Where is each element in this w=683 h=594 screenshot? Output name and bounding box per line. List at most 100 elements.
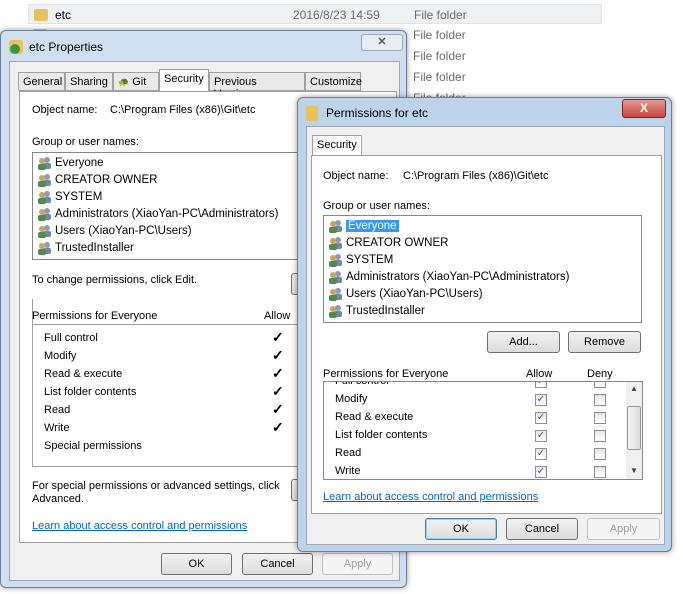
deny-checkbox[interactable]: [594, 394, 606, 406]
permission-name: Read & execute: [44, 368, 123, 380]
deny-checkbox[interactable]: [594, 466, 606, 478]
permission-name: Special permissions: [44, 440, 142, 452]
close-button[interactable]: ✕: [361, 34, 403, 51]
dialog-title: etc Properties: [29, 40, 104, 54]
file-row[interactable]: etc 2016/8/23 14:59 File folder: [28, 4, 602, 24]
file-date: 2016/8/23 14:59: [293, 8, 380, 22]
user-item[interactable]: CREATOR OWNER: [37, 172, 327, 188]
user-list[interactable]: Everyone CREATOR OWNER SYSTEM Administrator…: [32, 152, 332, 260]
permission-name: Read: [44, 404, 71, 416]
user-group-icon: [37, 190, 52, 204]
allow-checkbox[interactable]: ✓: [535, 382, 547, 388]
tab-general[interactable]: General: [18, 72, 65, 91]
deny-checkbox[interactable]: [594, 382, 606, 388]
user-item[interactable]: SYSTEM: [328, 252, 637, 268]
allow-header: Allow: [264, 310, 291, 322]
apply-button[interactable]: Apply: [587, 518, 660, 540]
permission-name: List folder contents: [44, 386, 137, 398]
check-icon: ✓: [272, 365, 284, 381]
deny-checkbox[interactable]: [594, 430, 606, 442]
allow-checkbox[interactable]: ✓: [535, 466, 547, 478]
scrollbar[interactable]: ▲ ▼: [626, 382, 642, 479]
deny-checkbox[interactable]: [594, 412, 606, 424]
deny-header: Deny: [587, 368, 613, 380]
learn-link[interactable]: Learn about access control and permissio…: [323, 491, 538, 503]
user-item[interactable]: Administrators (XiaoYan-PC\Administrator…: [37, 206, 327, 222]
file-type: File folder: [413, 70, 466, 84]
user-group-icon: [328, 270, 343, 284]
user-group-icon: [37, 224, 52, 238]
ok-button[interactable]: OK: [161, 553, 232, 575]
user-group-icon: [328, 287, 343, 301]
edit-hint: To change permissions, click Edit.: [32, 274, 198, 286]
user-name: TrustedInstaller: [55, 242, 134, 254]
user-item[interactable]: Everyone: [328, 218, 637, 234]
remove-button[interactable]: Remove: [568, 331, 641, 353]
user-name: CREATOR OWNER: [346, 237, 449, 249]
user-name: Administrators (XiaoYan-PC\Administrator…: [55, 208, 279, 220]
permission-list: ▲ ▼ Full control ✓ Modify ✓ Read & execute ✓ L…: [323, 381, 643, 480]
allow-checkbox[interactable]: ✓: [535, 412, 547, 424]
tab-label: Security: [164, 73, 204, 85]
dialog-title: Permissions for etc: [326, 106, 429, 120]
tab-customize[interactable]: Customize: [305, 72, 362, 91]
close-button[interactable]: X: [622, 99, 666, 118]
tab-label: Sharing: [70, 76, 108, 88]
user-group-icon: [328, 304, 343, 318]
tab-previous-versions[interactable]: Previous Versions: [209, 72, 305, 100]
user-item[interactable]: Administrators (XiaoYan-PC\Administrator…: [328, 269, 637, 285]
file-name: etc: [55, 8, 72, 22]
user-item[interactable]: CREATOR OWNER: [328, 235, 637, 251]
dialog-body: Security Object name: C:\Program Files (…: [306, 126, 665, 545]
permissions-header: Permissions for Everyone: [323, 368, 449, 380]
permission-name: Write: [335, 465, 361, 477]
scroll-up-icon[interactable]: ▲: [630, 384, 638, 393]
permission-name: Full control: [44, 332, 98, 344]
check-icon: ✓: [272, 347, 284, 363]
tab-label: Git: [132, 76, 147, 88]
tab-security[interactable]: Security: [159, 69, 209, 91]
allow-checkbox[interactable]: ✓: [535, 448, 547, 460]
check-icon: ✓: [272, 329, 284, 345]
user-name: CREATOR OWNER: [55, 174, 158, 186]
tab-security[interactable]: Security: [312, 135, 362, 157]
learn-link[interactable]: Learn about access control and permissio…: [32, 520, 247, 532]
allow-checkbox[interactable]: ✓: [535, 394, 547, 406]
deny-checkbox[interactable]: [594, 448, 606, 460]
user-group-icon: [37, 173, 52, 187]
scroll-thumb[interactable]: [627, 406, 641, 450]
check-icon: ✓: [272, 401, 284, 417]
permission-name: Write: [44, 422, 70, 434]
cancel-button[interactable]: Cancel: [506, 518, 578, 540]
file-type: File folder: [413, 49, 466, 63]
scroll-down-icon[interactable]: ▼: [630, 466, 638, 475]
permission-name: Modify: [44, 350, 77, 362]
cancel-button[interactable]: Cancel: [242, 553, 313, 575]
object-name-value: C:\Program Files (x86)\Git\etc: [403, 170, 549, 182]
user-name: Users (XiaoYan-PC\Users): [346, 288, 483, 300]
add-button[interactable]: Add...: [487, 331, 560, 353]
allow-checkbox[interactable]: ✓: [535, 430, 547, 442]
user-name: SYSTEM: [346, 254, 394, 266]
user-item[interactable]: Users (XiaoYan-PC\Users): [328, 286, 637, 302]
user-item[interactable]: TrustedInstaller: [328, 303, 637, 319]
user-item[interactable]: TrustedInstaller: [37, 240, 327, 256]
user-item[interactable]: SYSTEM: [37, 189, 327, 205]
advanced-hint: For special permissions or advanced sett…: [32, 480, 280, 505]
check-icon: ✓: [272, 419, 284, 435]
user-group-icon: [328, 219, 343, 233]
ok-button[interactable]: OK: [425, 518, 497, 540]
user-item[interactable]: Users (XiaoYan-PC\Users): [37, 223, 327, 239]
permission-name: Read: [335, 447, 362, 459]
user-group-icon: [328, 236, 343, 250]
tab-label: Customize: [310, 76, 362, 88]
user-item[interactable]: Everyone: [37, 155, 327, 171]
tab-git[interactable]: 🐢 Git: [113, 72, 159, 91]
file-type: File folder: [414, 8, 467, 22]
permissions-header: Permissions for Everyone: [32, 310, 158, 322]
tab-sharing[interactable]: Sharing: [65, 72, 113, 91]
apply-button[interactable]: Apply: [322, 553, 393, 575]
user-list[interactable]: Everyone CREATOR OWNER SYSTEM Administrator…: [323, 215, 642, 323]
user-name: Administrators (XiaoYan-PC\Administrator…: [346, 271, 570, 283]
object-name-label: Object name:: [32, 104, 98, 116]
